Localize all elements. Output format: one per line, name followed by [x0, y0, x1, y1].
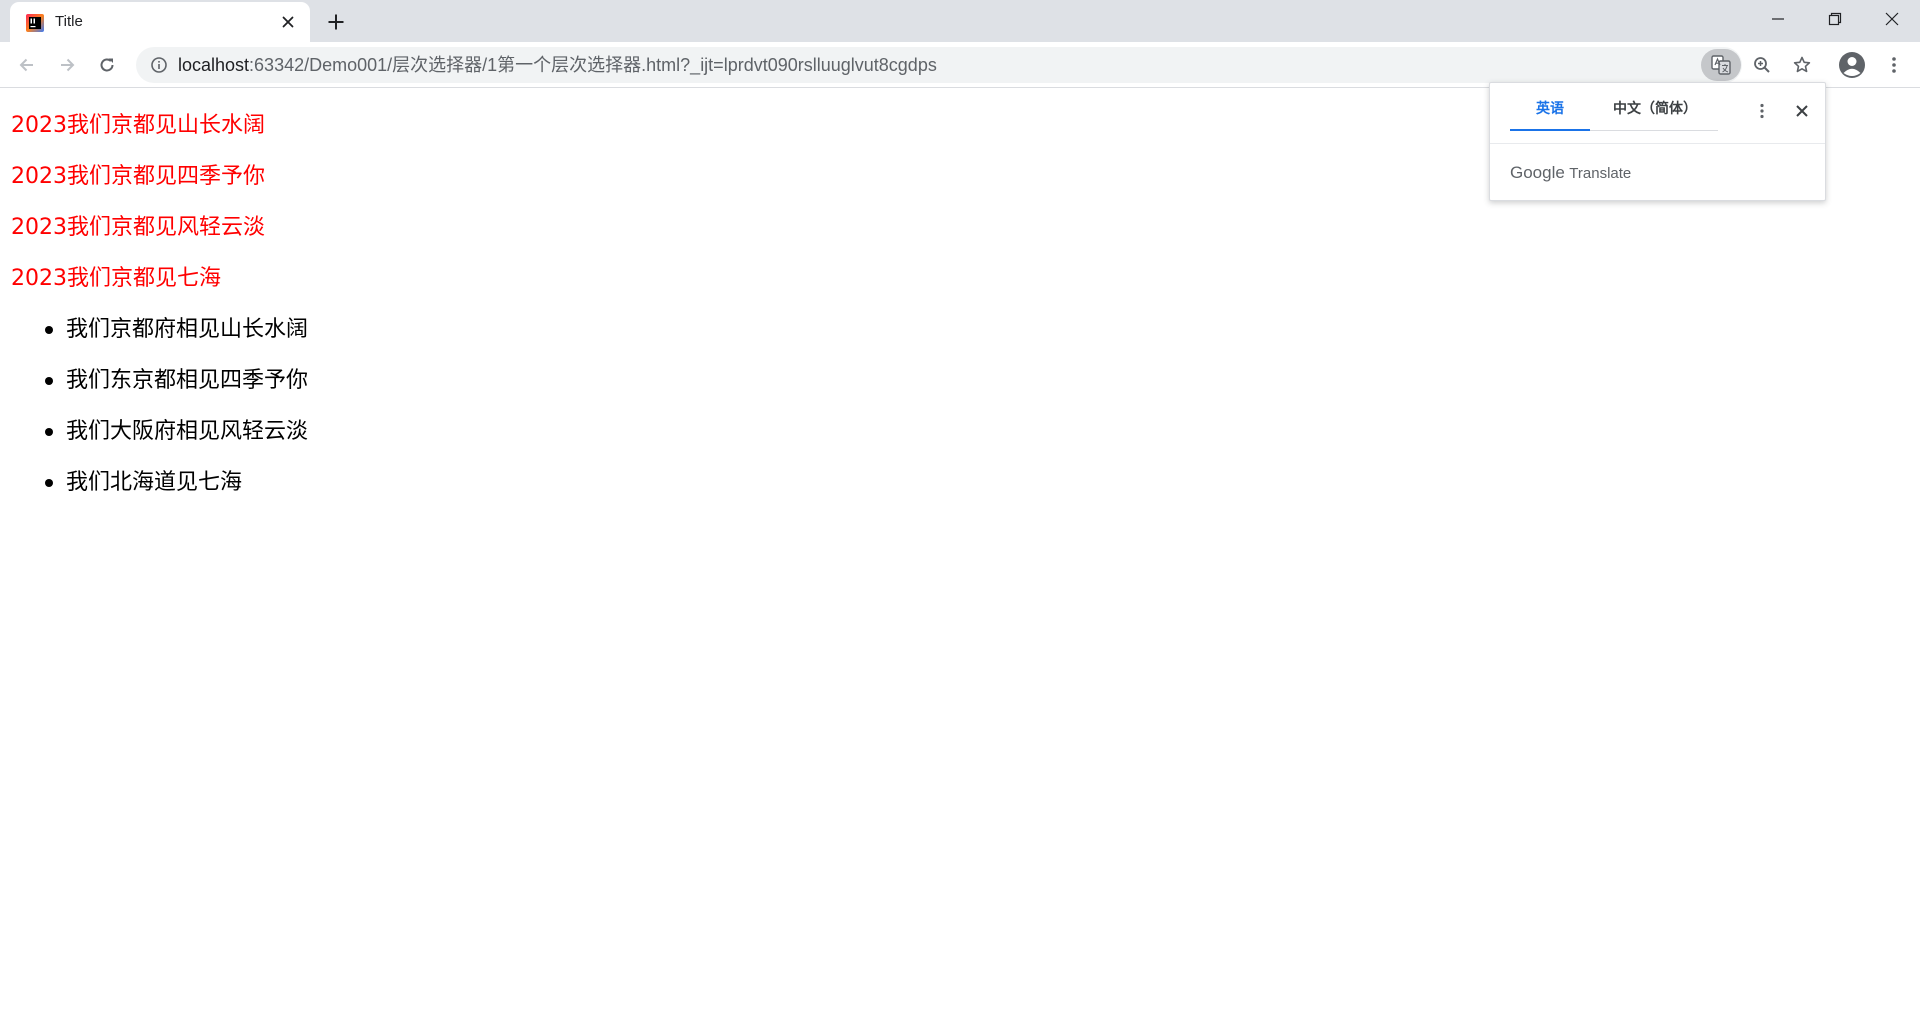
zoom-button[interactable] [1748, 51, 1776, 79]
star-icon [1793, 56, 1811, 73]
forward-button[interactable] [53, 51, 81, 79]
bullet-icon [45, 479, 53, 487]
translate-close-button[interactable] [1790, 99, 1814, 123]
arrow-left-icon [19, 58, 33, 72]
close-icon[interactable] [278, 12, 298, 32]
red-text-line: 2023我们京都见四季予你 [11, 164, 265, 189]
reload-button[interactable] [93, 51, 121, 79]
info-icon[interactable] [150, 56, 168, 74]
red-text-line: 2023我们京都见七海 [11, 266, 221, 291]
list-item-text: 我们京都府相见山长水阔 [66, 317, 309, 342]
tab-target-language[interactable]: 中文（简体） [1595, 99, 1715, 129]
more-vert-icon [1892, 57, 1896, 73]
page-content: 2023我们京都见山长水阔 2023我们京都见四季予你 2023我们京都见风轻云… [0, 89, 1920, 1030]
url-host: localhost [178, 55, 250, 75]
list-item-text: 我们北海道见七海 [66, 470, 243, 495]
minimize-button[interactable] [1749, 0, 1806, 38]
tab-title: Title [55, 13, 83, 30]
intellij-icon [26, 14, 44, 32]
red-text-line: 2023我们京都见风轻云淡 [11, 215, 265, 240]
back-button[interactable] [13, 51, 41, 79]
url-path: :63342/Demo001/层次选择器/1第一个层次选择器.html?_ijt… [249, 55, 937, 75]
translate-options-button[interactable] [1750, 99, 1774, 123]
restore-icon [1828, 12, 1841, 26]
google-translate-brand: Google Translate [1510, 163, 1631, 184]
more-vert-icon [1760, 103, 1764, 119]
bullet-icon [45, 326, 53, 334]
list-item-text: 我们大阪府相见风轻云淡 [66, 419, 309, 444]
bullet-icon [45, 377, 53, 385]
menu-button[interactable] [1880, 51, 1908, 79]
zoom-in-icon [1754, 57, 1770, 73]
url-text[interactable]: localhost:63342/Demo001/层次选择器/1第一个层次选择器.… [178, 55, 937, 75]
account-icon [1839, 52, 1865, 78]
list-item-text: 我们东京都相见四季予你 [66, 368, 309, 393]
browser-tab[interactable]: Title [10, 2, 310, 42]
close-icon [1796, 105, 1808, 117]
close-icon [1885, 12, 1898, 26]
red-text-line: 2023我们京都见山长水阔 [11, 113, 265, 138]
profile-button[interactable] [1838, 51, 1866, 79]
plus-icon[interactable] [324, 10, 348, 34]
minimize-icon [1771, 18, 1784, 20]
tab-source-language[interactable]: 英语 [1510, 99, 1590, 129]
active-tab-indicator [1510, 129, 1590, 131]
translate-page-button[interactable] [1701, 49, 1741, 81]
reload-icon [100, 58, 114, 72]
translate-brand-text: Translate [1569, 165, 1632, 182]
arrow-right-icon [61, 58, 75, 72]
bookmark-button[interactable] [1788, 51, 1816, 79]
google-logo-text: Google [1510, 163, 1565, 182]
bubble-separator [1490, 143, 1825, 144]
address-bar[interactable]: localhost:63342/Demo001/层次选择器/1第一个层次选择器.… [136, 47, 1742, 83]
tab-divider [1590, 130, 1718, 131]
window-close-button[interactable] [1863, 0, 1920, 38]
translate-icon [1711, 55, 1731, 75]
bullet-icon [45, 428, 53, 436]
tab-strip: Title [0, 0, 1920, 42]
restore-button[interactable] [1806, 0, 1863, 38]
translate-bubble: 英语 中文（简体） Google Translate [1489, 82, 1826, 201]
